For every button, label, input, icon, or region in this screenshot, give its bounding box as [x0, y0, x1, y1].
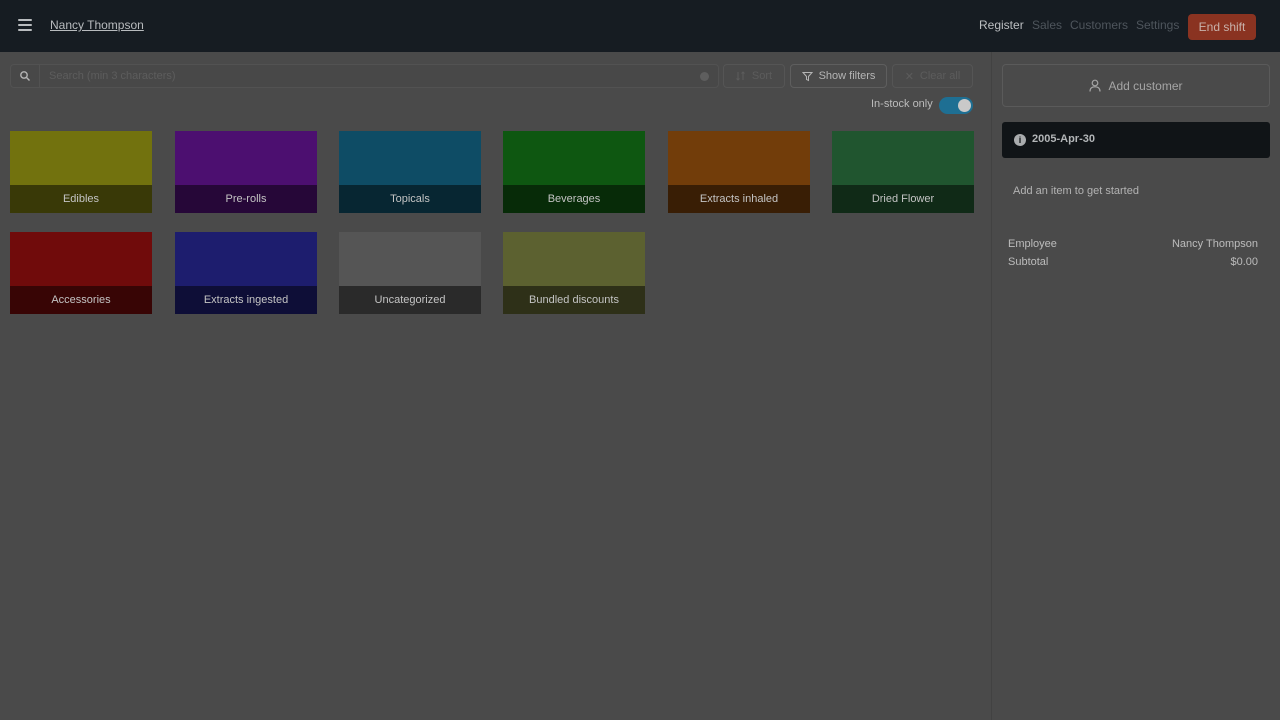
sort-icon — [736, 71, 745, 81]
instock-toggle[interactable] — [939, 97, 973, 114]
category-tile[interactable]: Pre-rolls — [175, 131, 317, 213]
subtotal-label: Subtotal — [1008, 256, 1049, 268]
nav-register[interactable]: Register — [979, 18, 1024, 32]
sort-label: Sort — [751, 70, 773, 82]
category-tile[interactable]: Extracts ingested — [175, 232, 317, 314]
category-label: Bundled discounts — [529, 294, 619, 306]
category-label: Beverages — [547, 193, 601, 205]
category-tile[interactable]: Dried Flower — [832, 131, 974, 213]
employee-label: Employee — [1008, 238, 1057, 250]
clear-all-button[interactable]: ✕ Clear all — [892, 64, 973, 88]
pos-app: Nancy Thompson Register Sales Customers … — [0, 0, 1280, 720]
category-tile[interactable]: Uncategorized — [339, 232, 481, 314]
category-label: Pre-rolls — [225, 193, 267, 205]
category-label-bar: Extracts ingested — [175, 286, 317, 314]
search-input[interactable] — [39, 65, 709, 87]
employee-value: Nancy Thompson — [1171, 238, 1258, 250]
category-label: Extracts inhaled — [699, 193, 779, 205]
category-label: Accessories — [51, 294, 111, 306]
search-box — [10, 64, 719, 88]
category-tile[interactable]: Extracts inhaled — [668, 131, 810, 213]
category-tile[interactable]: Bundled discounts — [503, 232, 645, 314]
category-label: Topicals — [390, 193, 430, 205]
category-label-bar: Pre-rolls — [175, 185, 317, 213]
add-customer-label: Add customer — [1108, 78, 1183, 93]
category-tile[interactable]: Topicals — [339, 131, 481, 213]
nav-settings[interactable]: Settings — [1136, 18, 1179, 32]
category-label-bar: Edibles — [10, 185, 152, 213]
filter-icon — [801, 71, 813, 81]
info-icon: i — [1014, 134, 1026, 146]
category-label-bar: Topicals — [339, 185, 481, 213]
subtotal-value: $0.00 — [1230, 256, 1258, 268]
sort-button[interactable]: Sort — [723, 64, 785, 88]
user-name-link[interactable]: Nancy Thompson — [50, 18, 144, 32]
shift-date: 2005-Apr-30 — [1032, 133, 1095, 145]
toggle-knob — [958, 99, 971, 112]
date-banner: i 2005-Apr-30 — [1002, 122, 1270, 158]
category-label: Extracts ingested — [203, 294, 289, 306]
close-icon: ✕ — [904, 70, 914, 83]
clear-search-icon[interactable] — [700, 72, 709, 81]
show-filters-label: Show filters — [818, 70, 876, 82]
show-filters-button[interactable]: Show filters — [790, 64, 887, 88]
add-customer-button[interactable]: Add customer — [1002, 64, 1270, 107]
user-icon — [1089, 79, 1102, 92]
product-area: Sort Show filters ✕ Clear all In-stock o… — [0, 52, 990, 720]
cart-panel: Add customer i 2005-Apr-30 Add an item t… — [991, 52, 1280, 720]
category-label-bar: Uncategorized — [339, 286, 481, 314]
category-label-bar: Beverages — [503, 185, 645, 213]
menu-icon[interactable] — [18, 19, 32, 31]
nav-sales[interactable]: Sales — [1032, 18, 1062, 32]
category-tile[interactable]: Accessories — [10, 232, 152, 314]
category-label-bar: Dried Flower — [832, 185, 974, 213]
category-label-bar: Accessories — [10, 286, 152, 314]
category-label: Uncategorized — [374, 294, 446, 306]
category-tile[interactable]: Beverages — [503, 131, 645, 213]
top-bar: Nancy Thompson Register Sales Customers … — [0, 0, 1280, 52]
empty-cart-message: Add an item to get started — [1013, 185, 1139, 197]
category-tile[interactable]: Edibles — [10, 131, 152, 213]
search-icon — [20, 71, 30, 81]
category-label: Dried Flower — [871, 193, 935, 205]
category-label-bar: Bundled discounts — [503, 286, 645, 314]
end-shift-button[interactable]: End shift — [1188, 14, 1256, 40]
clear-all-label: Clear all — [919, 70, 961, 82]
category-label-bar: Extracts inhaled — [668, 185, 810, 213]
instock-label: In-stock only — [871, 98, 933, 110]
category-label: Edibles — [62, 193, 100, 205]
nav-customers[interactable]: Customers — [1070, 18, 1128, 32]
